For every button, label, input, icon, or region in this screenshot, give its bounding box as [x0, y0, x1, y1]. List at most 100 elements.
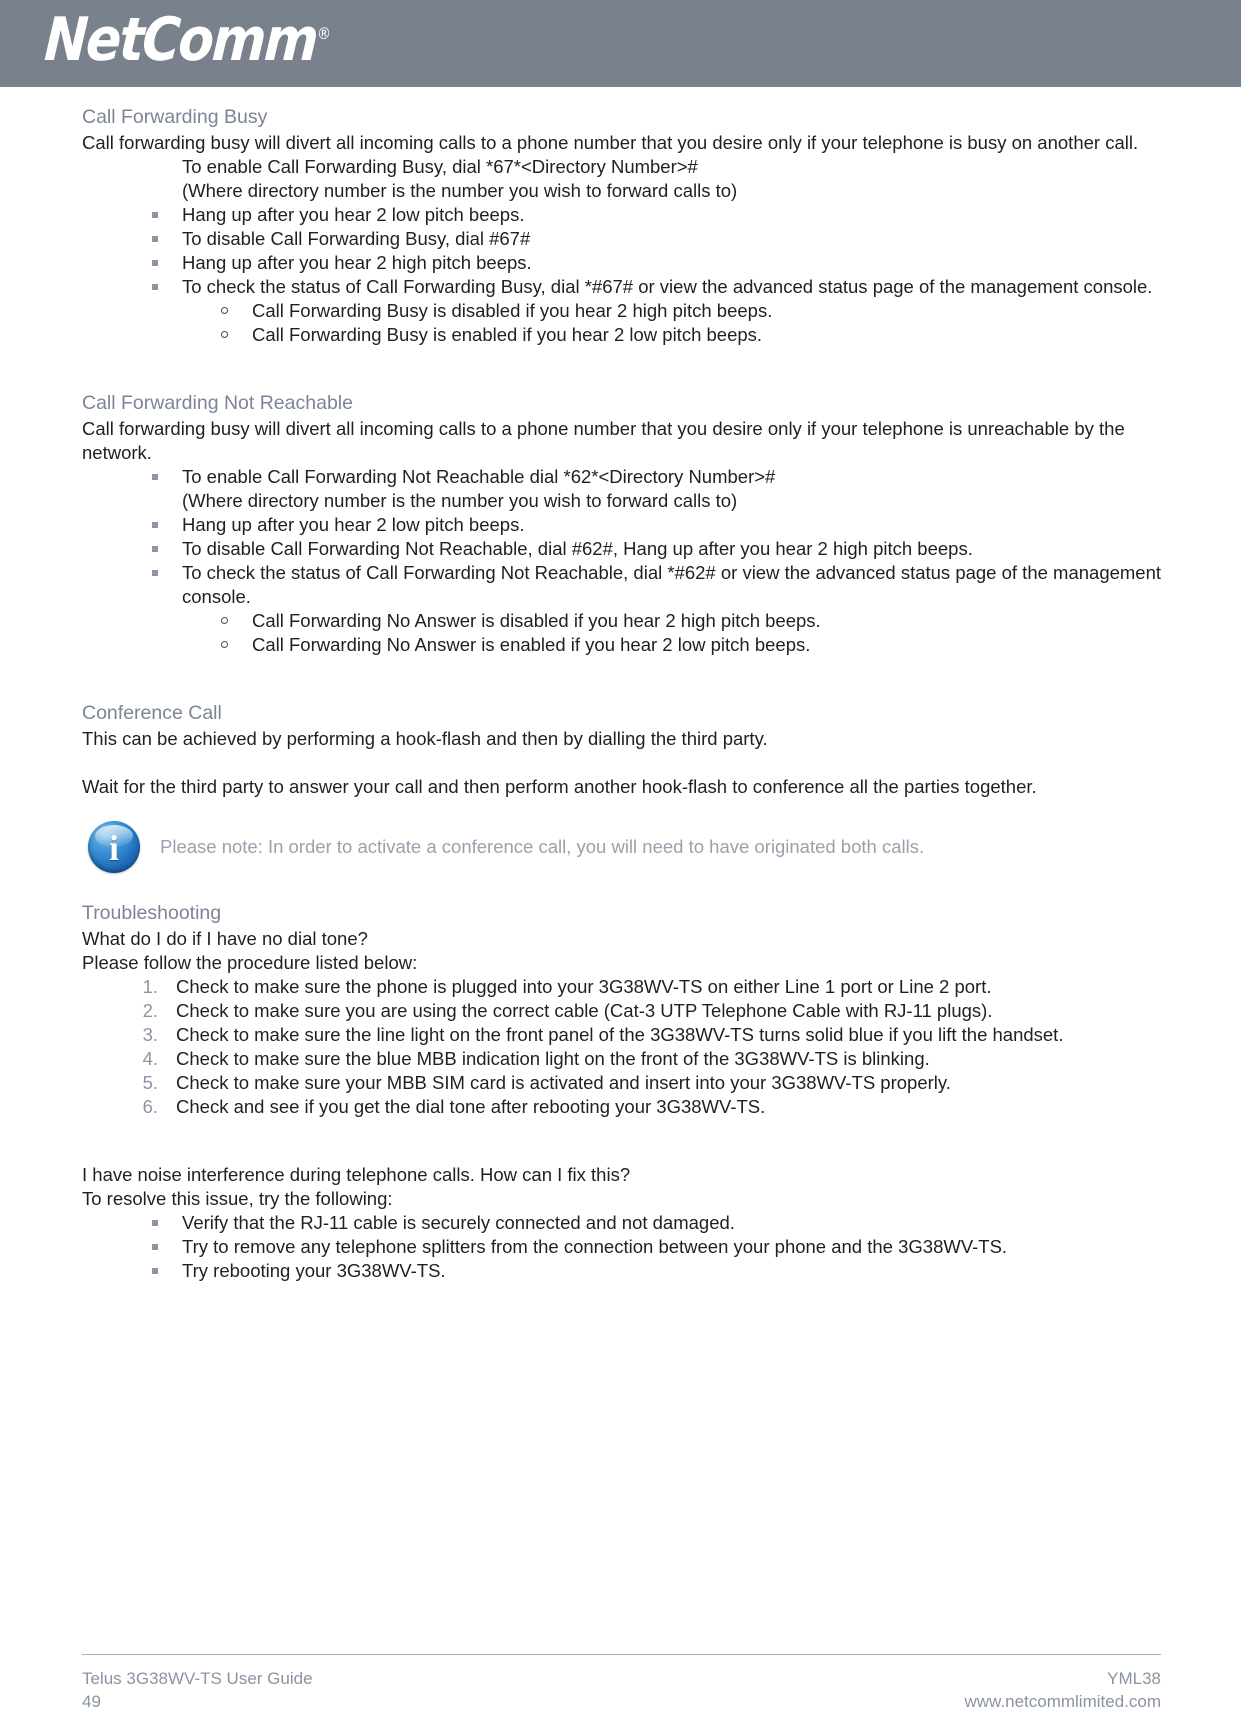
list-item: Check and see if you get the dial tone a…	[114, 1095, 1177, 1119]
troubleshooting-step-5: Check to make sure your MBB SIM card is …	[176, 1072, 951, 1093]
document-page: Call Forwarding Busy Call forwarding bus…	[0, 87, 1241, 1283]
step-number	[114, 1071, 158, 1095]
note-callout-text: Please note: In order to activate a conf…	[160, 836, 925, 857]
cfnr-bullet-1: To enable Call Forwarding Not Reachable …	[182, 466, 776, 487]
circle-bullet-icon	[221, 307, 228, 314]
cfb-bullet-3: Hang up after you hear 2 high pitch beep…	[182, 252, 532, 273]
list-item: Check to make sure your MBB SIM card is …	[114, 1071, 1177, 1095]
troubleshooting-lead-2: To resolve this issue, try the following…	[82, 1188, 393, 1209]
cfb-bullet-4: To check the status of Call Forwarding B…	[182, 276, 1153, 297]
cfb-enable-line: To enable Call Forwarding Busy, dial *67…	[182, 156, 698, 177]
conference-call-paragraph-2: Wait for the third party to answer your …	[82, 776, 1037, 797]
footer-page-number: 49	[82, 1692, 101, 1711]
page-header-band: NetComm®	[0, 0, 1241, 87]
cfnr-sub-bullet-2: Call Forwarding No Answer is enabled if …	[252, 634, 811, 655]
netcomm-logo: NetComm®	[43, 2, 333, 75]
conference-call-paragraph-1: This can be achieved by performing a hoo…	[82, 728, 768, 749]
troubleshooting-step-2: Check to make sure you are using the cor…	[176, 1000, 993, 1021]
cfnr-sub-bullet-1: Call Forwarding No Answer is disabled if…	[252, 610, 821, 631]
cfnr-bullet-2: Hang up after you hear 2 low pitch beeps…	[182, 514, 525, 535]
square-bullet-icon	[152, 284, 158, 290]
cfnr-bullet-4: To check the status of Call Forwarding N…	[182, 562, 1162, 607]
intro-call-forwarding-busy: Call forwarding busy will divert all inc…	[82, 132, 1139, 153]
square-bullet-icon	[152, 570, 158, 576]
cfnr-sub-bullet-list: Call Forwarding No Answer is disabled if…	[220, 609, 1177, 657]
square-bullet-icon	[152, 236, 158, 242]
square-bullet-icon	[152, 212, 158, 218]
cfb-bullet-list: Hang up after you hear 2 low pitch beeps…	[150, 203, 1177, 299]
list-item: Call Forwarding Busy is enabled if you h…	[220, 323, 1177, 347]
footer-guide-title: Telus 3G38WV-TS User Guide	[82, 1669, 313, 1688]
cfb-sub-bullet-1: Call Forwarding Busy is disabled if you …	[252, 300, 773, 321]
list-item: Call Forwarding Busy is disabled if you …	[220, 299, 1177, 323]
circle-bullet-icon	[221, 331, 228, 338]
footer-doc-code: YML38	[1107, 1669, 1161, 1688]
circle-bullet-icon	[221, 641, 228, 648]
intro-call-forwarding-not-reachable: Call forwarding busy will divert all inc…	[82, 418, 1125, 463]
square-bullet-icon	[152, 1268, 158, 1274]
step-number	[114, 999, 158, 1023]
troubleshooting-fix-1: Verify that the RJ-11 cable is securely …	[182, 1212, 735, 1233]
cfnr-bullet-3: To disable Call Forwarding Not Reachable…	[182, 538, 973, 559]
list-item: To disable Call Forwarding Not Reachable…	[150, 537, 1177, 561]
troubleshooting-fixes-list: Verify that the RJ-11 cable is securely …	[150, 1211, 1177, 1283]
step-number	[114, 975, 158, 999]
square-bullet-icon	[152, 546, 158, 552]
list-item: To disable Call Forwarding Busy, dial #6…	[150, 227, 1177, 251]
heading-call-forwarding-busy: Call Forwarding Busy	[82, 106, 268, 128]
step-number	[114, 1047, 158, 1071]
troubleshooting-step-6: Check and see if you get the dial tone a…	[176, 1096, 766, 1117]
list-item: To check the status of Call Forwarding B…	[150, 275, 1177, 299]
list-item: Check to make sure you are using the cor…	[114, 999, 1177, 1023]
troubleshooting-step-4: Check to make sure the blue MBB indicati…	[176, 1048, 930, 1069]
step-number	[114, 1023, 158, 1047]
troubleshooting-question-1: What do I do if I have no dial tone?	[82, 928, 368, 949]
square-bullet-icon	[152, 1244, 158, 1250]
list-item: Verify that the RJ-11 cable is securely …	[150, 1211, 1177, 1235]
list-item: To check the status of Call Forwarding N…	[150, 561, 1177, 609]
heading-conference-call: Conference Call	[82, 702, 222, 724]
cfb-sub-bullet-list: Call Forwarding Busy is disabled if you …	[220, 299, 1177, 347]
list-item: Hang up after you hear 2 low pitch beeps…	[150, 513, 1177, 537]
heading-call-forwarding-not-reachable: Call Forwarding Not Reachable	[82, 392, 353, 414]
heading-troubleshooting: Troubleshooting	[82, 902, 222, 924]
troubleshooting-question-2: I have noise interference during telepho…	[82, 1164, 631, 1185]
list-item: Check to make sure the phone is plugged …	[114, 975, 1177, 999]
footer-right-block: YML38 www.netcommlimited.com	[965, 1667, 1162, 1713]
info-icon-glyph: i	[108, 828, 119, 868]
square-bullet-icon	[152, 260, 158, 266]
registered-trademark-icon: ®	[316, 25, 332, 44]
troubleshooting-lead-1: Please follow the procedure listed below…	[82, 952, 418, 973]
info-icon: i	[88, 821, 140, 873]
list-item: Call Forwarding No Answer is disabled if…	[220, 609, 1177, 633]
troubleshooting-fix-3: Try rebooting your 3G38WV-TS.	[182, 1260, 446, 1281]
step-number	[114, 1095, 158, 1119]
troubleshooting-steps-list: Check to make sure the phone is plugged …	[114, 975, 1177, 1119]
list-item: Check to make sure the line light on the…	[114, 1023, 1177, 1047]
list-item: Try rebooting your 3G38WV-TS.	[150, 1259, 1177, 1283]
footer-website: www.netcommlimited.com	[964, 1692, 1162, 1711]
circle-bullet-icon	[221, 617, 228, 624]
cfb-bullet-2: To disable Call Forwarding Busy, dial #6…	[182, 228, 531, 249]
cfnr-bullet-list: To enable Call Forwarding Not Reachable …	[150, 465, 1177, 609]
square-bullet-icon	[152, 522, 158, 528]
list-item: Hang up after you hear 2 high pitch beep…	[150, 251, 1177, 275]
footer-divider	[82, 1654, 1161, 1655]
troubleshooting-step-3: Check to make sure the line light on the…	[176, 1024, 1064, 1045]
list-item: Hang up after you hear 2 low pitch beeps…	[150, 203, 1177, 227]
list-item: Check to make sure the blue MBB indicati…	[114, 1047, 1177, 1071]
footer-left-block: Telus 3G38WV-TS User Guide 49	[82, 1667, 313, 1713]
square-bullet-icon	[152, 474, 158, 480]
list-item: To enable Call Forwarding Not Reachable …	[150, 465, 1177, 513]
document-content: Call Forwarding Busy Call forwarding bus…	[82, 87, 1177, 1283]
list-item: Try to remove any telephone splitters fr…	[150, 1235, 1177, 1259]
list-item: Call Forwarding No Answer is enabled if …	[220, 633, 1177, 657]
cfb-bullet-1: Hang up after you hear 2 low pitch beeps…	[182, 204, 525, 225]
square-bullet-icon	[152, 1220, 158, 1226]
cfb-sub-bullet-2: Call Forwarding Busy is enabled if you h…	[252, 324, 763, 345]
